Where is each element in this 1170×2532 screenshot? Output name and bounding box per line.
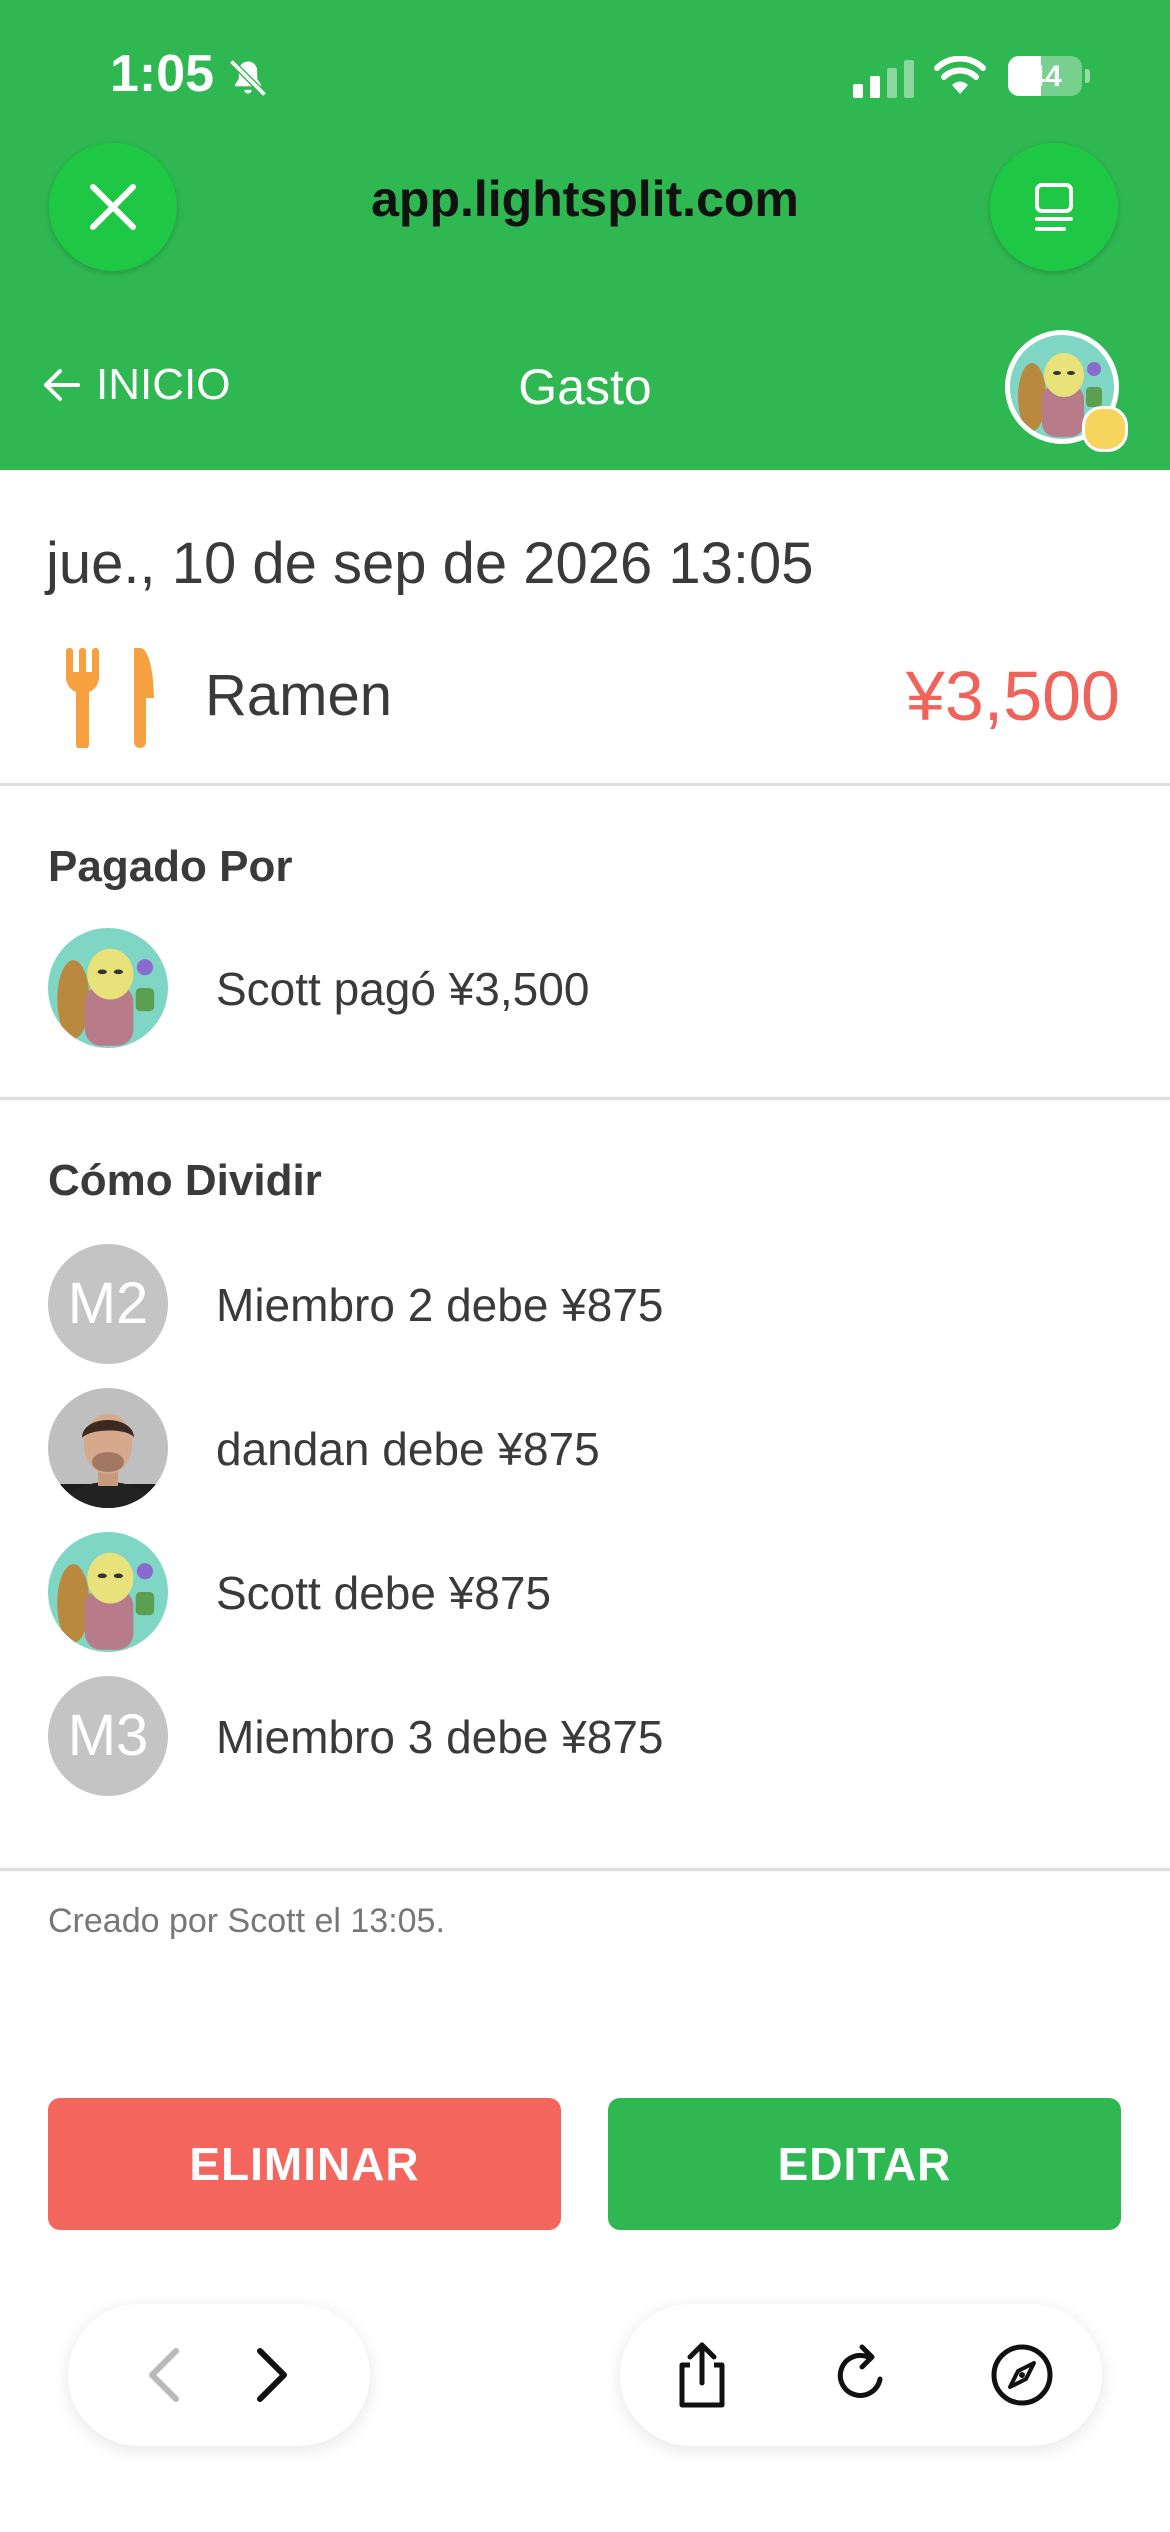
avatar bbox=[48, 928, 168, 1048]
status-time: 1:05 bbox=[110, 45, 215, 103]
paid-by-row: Scott pagó ¥3,500 bbox=[48, 928, 1128, 1050]
split-row: dandan debe ¥875 bbox=[48, 1388, 1128, 1510]
reader-icon bbox=[1035, 183, 1073, 231]
split-text: Miembro 3 debe ¥875 bbox=[216, 1711, 664, 1763]
split-title: Cómo Dividir bbox=[48, 1156, 322, 1205]
browser-tools-pill bbox=[620, 2304, 1102, 2446]
battery-indicator: 44 bbox=[1008, 56, 1090, 98]
chevron-right-icon[interactable] bbox=[234, 2339, 306, 2411]
split-text: dandan debe ¥875 bbox=[216, 1423, 600, 1475]
back-label: INICIO bbox=[96, 360, 231, 409]
share-icon[interactable] bbox=[666, 2339, 738, 2411]
browser-nav-pill bbox=[68, 2304, 370, 2446]
split-row: M2 Miembro 2 debe ¥875 bbox=[48, 1244, 1128, 1366]
created-note: Creado por Scott el 13:05. bbox=[48, 1902, 445, 1940]
chevron-left-icon[interactable] bbox=[130, 2339, 202, 2411]
divider bbox=[0, 1868, 1170, 1871]
expense-amount: ¥3,500 bbox=[905, 657, 1120, 735]
cellular-signal-icon bbox=[853, 60, 914, 98]
fork-knife-icon bbox=[66, 648, 154, 748]
close-icon bbox=[90, 184, 136, 230]
paid-by-text: Scott pagó ¥3,500 bbox=[216, 963, 590, 1015]
split-text: Scott debe ¥875 bbox=[216, 1567, 552, 1619]
avatar bbox=[48, 1532, 168, 1652]
battery-percent: 44 bbox=[1028, 60, 1062, 93]
split-row: Scott debe ¥875 bbox=[48, 1532, 1128, 1654]
compass-icon[interactable] bbox=[986, 2339, 1058, 2411]
split-row: M3 Miembro 3 debe ¥875 bbox=[48, 1676, 1128, 1798]
paid-by-title: Pagado Por bbox=[48, 842, 293, 891]
expense-date: jue., 10 de sep de 2026 13:05 bbox=[46, 531, 814, 596]
expense-name: Ramen bbox=[205, 663, 392, 728]
avatar bbox=[48, 1388, 168, 1508]
divider bbox=[0, 783, 1170, 786]
avatar: M2 bbox=[48, 1244, 168, 1364]
bell-muted-icon bbox=[229, 59, 267, 97]
edit-button[interactable]: EDITAR bbox=[608, 2098, 1121, 2230]
reload-icon[interactable] bbox=[826, 2339, 898, 2411]
avatar: M3 bbox=[48, 1676, 168, 1796]
back-link[interactable]: INICIO bbox=[40, 360, 230, 410]
app-header: 1:05 44 app.lightsplit.com INICIO Gasto bbox=[0, 0, 1170, 470]
close-button[interactable] bbox=[49, 143, 177, 271]
divider bbox=[0, 1097, 1170, 1100]
split-text: Miembro 2 debe ¥875 bbox=[216, 1279, 664, 1331]
status-bar: 1:05 44 bbox=[0, 0, 1170, 140]
reader-mode-button[interactable] bbox=[990, 143, 1118, 271]
arrow-left-icon bbox=[44, 369, 80, 401]
page-title: Gasto bbox=[518, 359, 652, 415]
url-label: app.lightsplit.com bbox=[371, 171, 799, 227]
wifi-icon bbox=[934, 56, 986, 94]
premium-badge bbox=[1082, 406, 1128, 452]
delete-button[interactable]: ELIMINAR bbox=[48, 2098, 561, 2230]
